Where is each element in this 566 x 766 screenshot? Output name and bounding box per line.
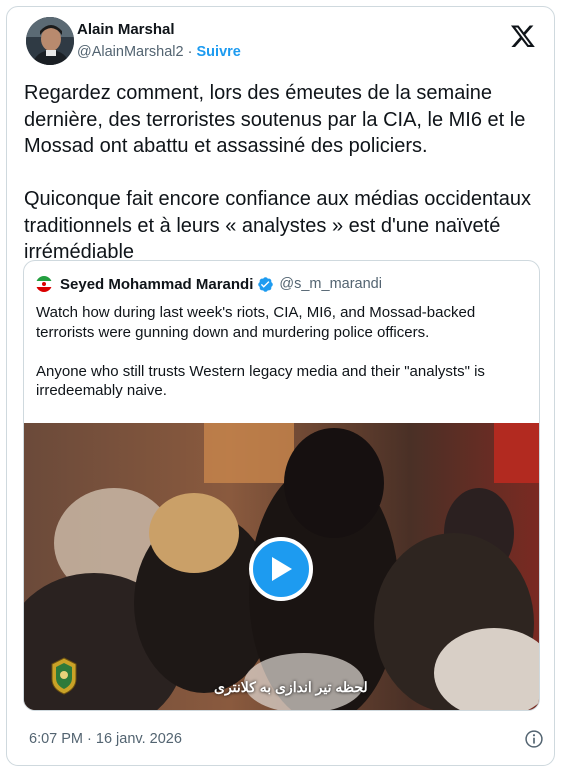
quoted-avatar[interactable] [36,276,52,292]
play-button[interactable] [249,537,313,601]
quoted-author-name[interactable]: Seyed Mohammad Marandi [60,276,253,293]
video-caption: لحظه تیر اندازی به کلانتری [214,679,368,695]
author-name[interactable]: Alain Marshal [77,21,175,38]
tweet-timestamp[interactable]: 6:07 PM · 16 janv. 2026 [29,731,182,747]
separator-dot: · [187,44,193,60]
x-logo-icon[interactable] [510,23,536,49]
quoted-tweet[interactable]: Seyed Mohammad Marandi @s_m_marandi Watc… [23,260,540,711]
author-handle-line: @AlainMarshal2 · Suivre [77,44,241,60]
info-icon[interactable] [524,729,544,749]
tweet-card: Alain Marshal @AlainMarshal2 · Suivre Re… [6,6,555,766]
follow-button[interactable]: Suivre [197,44,241,60]
quoted-text: Watch how during last week's riots, CIA,… [36,304,485,399]
quoted-author-handle[interactable]: @s_m_marandi [279,276,382,292]
tweet-text: Regardez comment, lors des émeutes de la… [24,82,531,263]
author-avatar[interactable] [26,17,74,65]
police-emblem-icon [51,657,77,695]
author-handle[interactable]: @AlainMarshal2 [77,44,184,60]
verified-badge-icon [258,276,274,292]
quoted-header: Seyed Mohammad Marandi @s_m_marandi [36,274,382,294]
video-player[interactable]: لحظه تیر اندازی به کلانتری [24,423,539,710]
play-icon [272,557,292,581]
